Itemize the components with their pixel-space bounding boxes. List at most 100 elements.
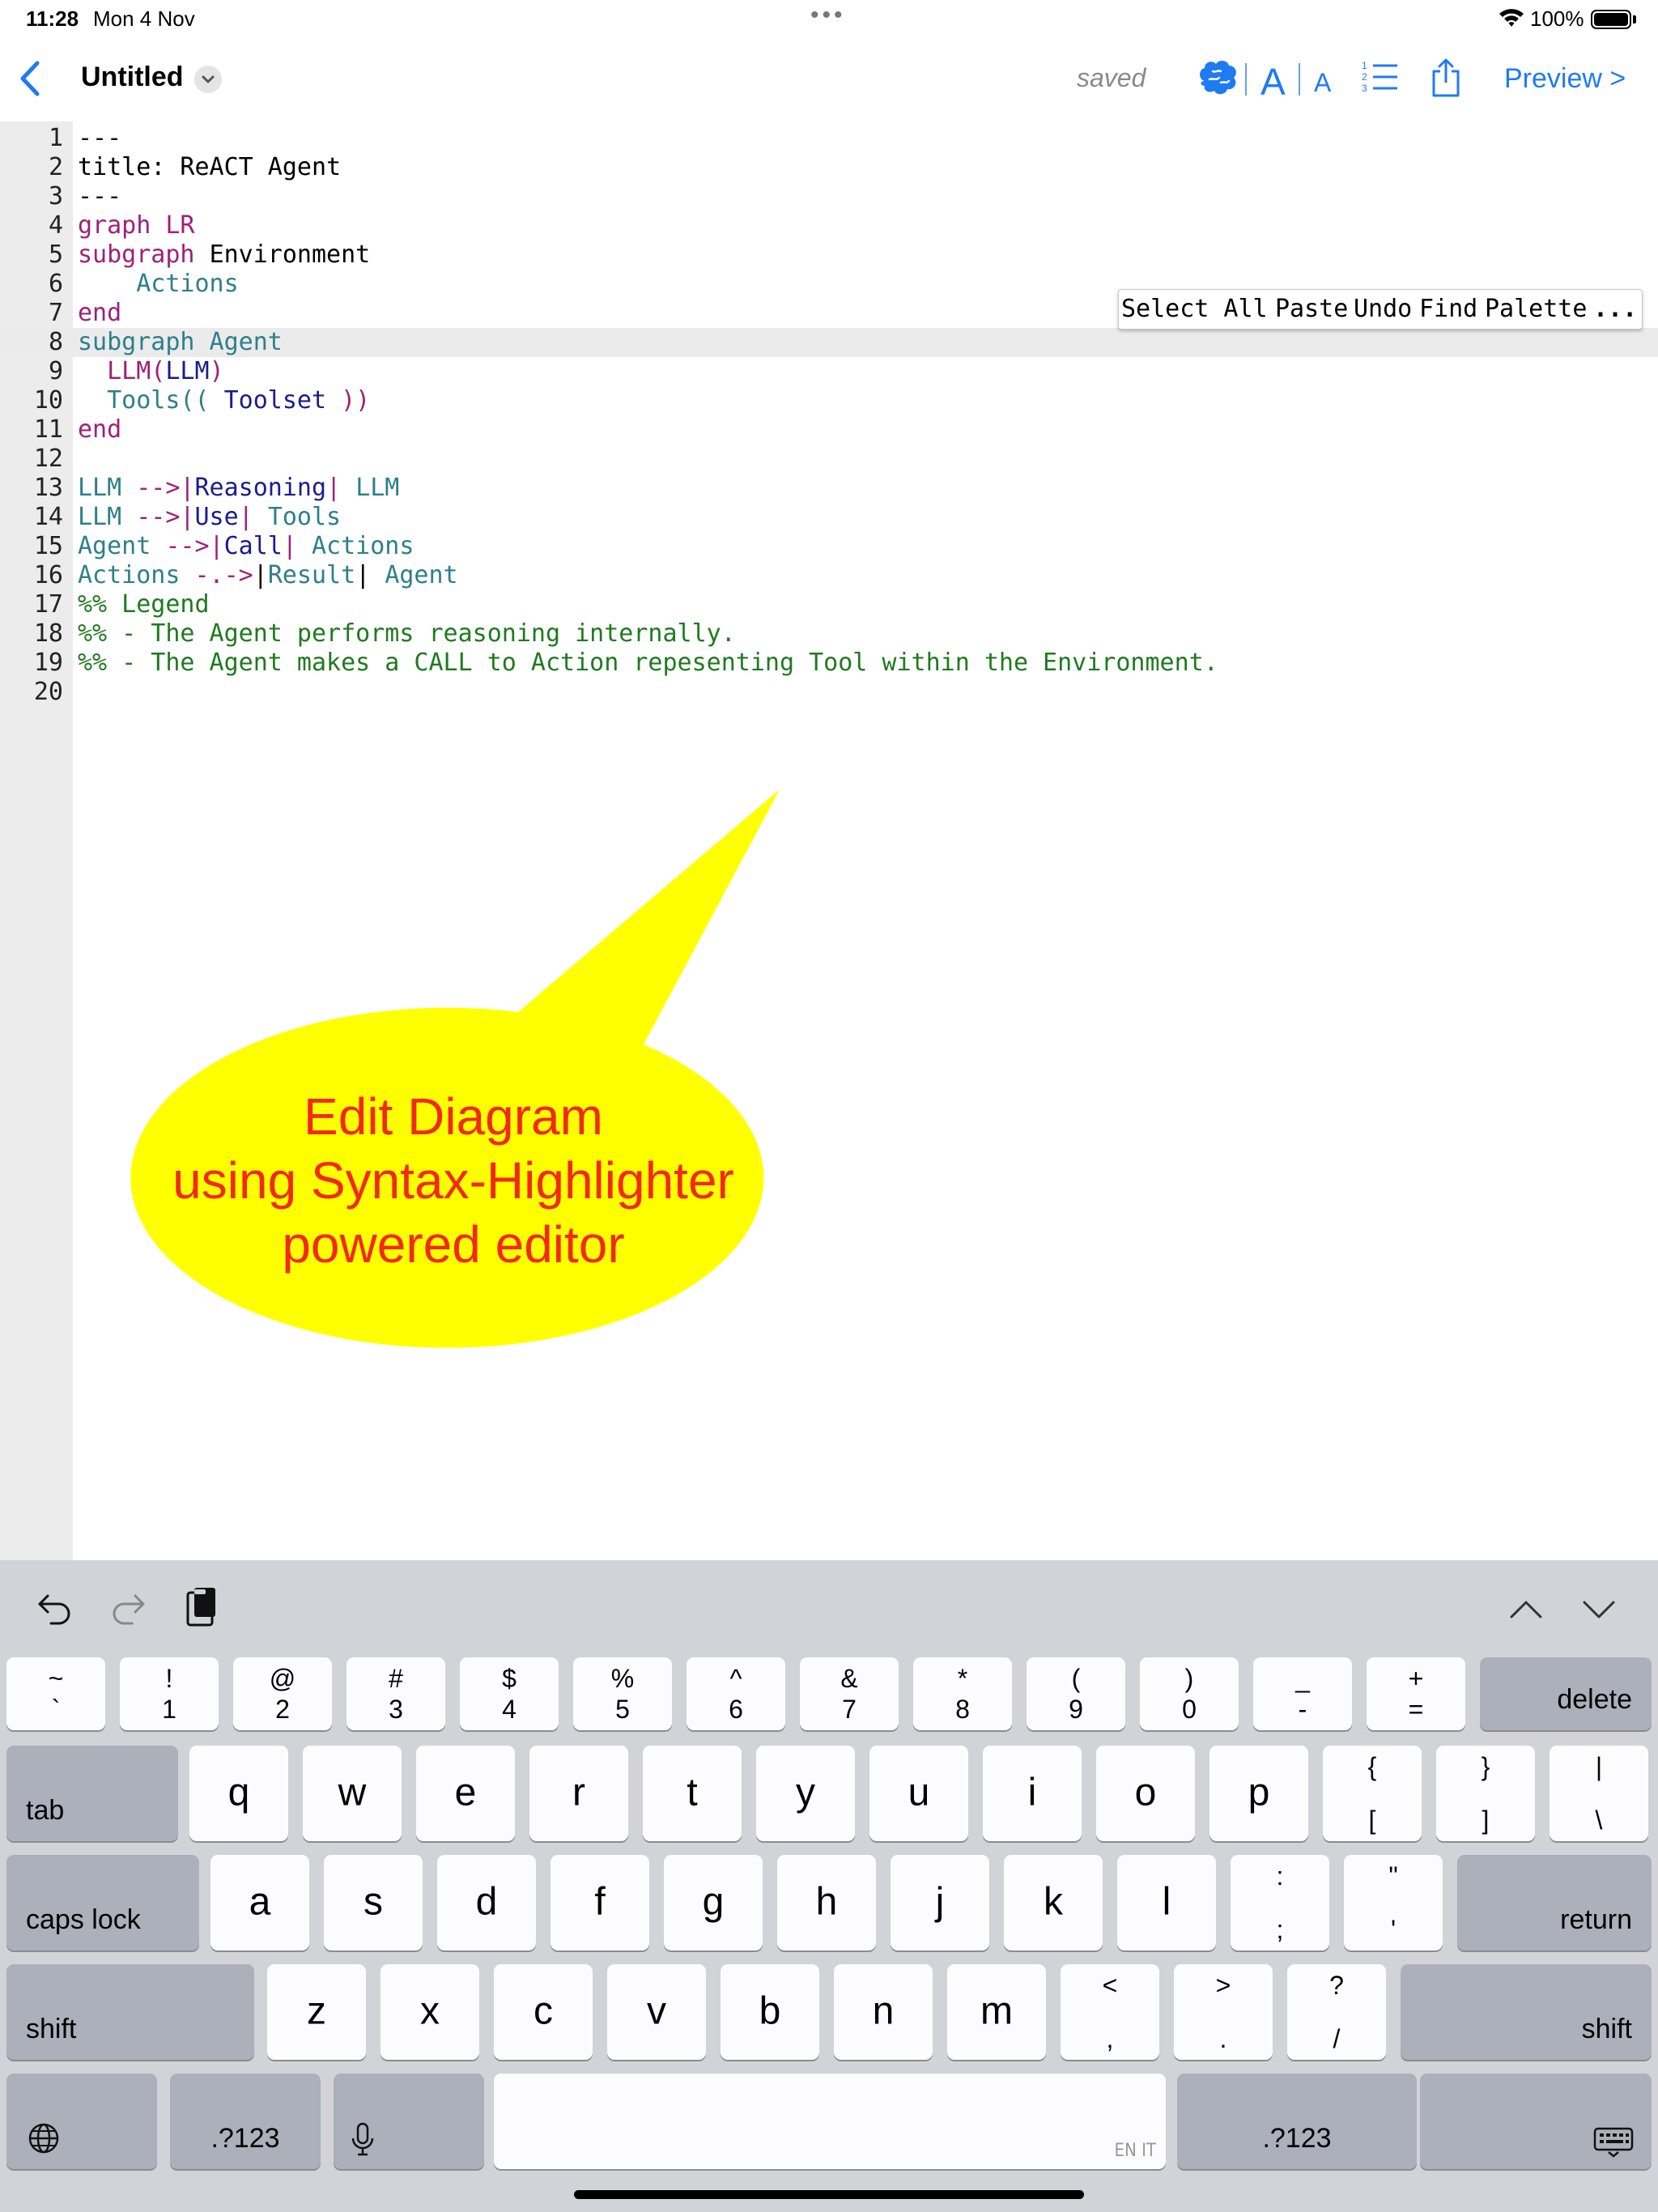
key-symbol[interactable]: {[ (1323, 1746, 1422, 1841)
chevron-up-icon[interactable] (1510, 1599, 1542, 1620)
menu-palette[interactable]: Palette (1485, 290, 1587, 329)
code-line[interactable]: 16 Actions -.->|Result| Agent (0, 561, 1658, 590)
chevron-left-icon[interactable] (18, 60, 42, 97)
key-number[interactable]: & 7 (800, 1657, 899, 1730)
code-line[interactable]: 9 LLM(LLM) (0, 357, 1658, 386)
code-text[interactable]: LLM(LLM) (78, 357, 224, 386)
key-letter[interactable]: e (416, 1746, 515, 1841)
key-letter[interactable]: y (756, 1746, 855, 1841)
shift-left-key[interactable]: shift (6, 1964, 254, 2060)
key-letter[interactable]: j (891, 1855, 989, 1950)
home-indicator[interactable] (574, 2190, 1084, 2199)
key-number[interactable]: * 8 (913, 1657, 1012, 1730)
key-letter[interactable]: l (1117, 1855, 1216, 1950)
menu-find[interactable]: Find (1419, 290, 1477, 329)
key-number[interactable]: _ - (1253, 1657, 1352, 1730)
key-letter[interactable]: n (834, 1964, 933, 2060)
code-line[interactable]: 15 Agent -->|Call| Actions (0, 532, 1658, 561)
undo-icon[interactable] (36, 1589, 74, 1627)
code-text[interactable]: %% - The Agent makes a CALL to Action re… (78, 649, 1218, 678)
key-letter[interactable]: w (303, 1746, 402, 1841)
title-menu-button[interactable] (194, 66, 222, 93)
key-letter[interactable]: u (869, 1746, 968, 1841)
key-number[interactable]: $4 (460, 1657, 559, 1730)
hide-keyboard-key[interactable] (1420, 2074, 1652, 2169)
menu-undo[interactable]: Undo (1354, 290, 1412, 329)
key-letter[interactable]: s (324, 1855, 423, 1950)
shift-right-key[interactable]: shift (1401, 1964, 1652, 2060)
key-letter[interactable]: g (664, 1855, 763, 1950)
key-letter[interactable]: b (721, 1964, 819, 2060)
code-line[interactable]: 4 graph LR (0, 211, 1658, 240)
multitasking-dots-icon[interactable]: ••• (810, 2, 846, 29)
numbers-key[interactable]: .?123 (1177, 2074, 1417, 2169)
code-line[interactable]: 19 %% - The Agent makes a CALL to Action … (0, 649, 1658, 678)
code-text[interactable]: %% Legend (78, 590, 210, 619)
code-text[interactable]: title: ReACT Agent (78, 153, 341, 182)
code-line[interactable]: 14 LLM -->|Use| Tools (0, 503, 1658, 532)
code-line[interactable]: 20 (0, 678, 1658, 707)
globe-key[interactable] (6, 2074, 157, 2169)
code-text[interactable]: --- (78, 124, 121, 153)
code-text[interactable]: %% - The Agent performs reasoning intern… (78, 619, 736, 649)
delete-key[interactable]: delete (1480, 1657, 1652, 1730)
code-line[interactable]: 3 --- (0, 182, 1658, 211)
share-icon[interactable] (1430, 57, 1462, 99)
key-letter[interactable]: t (643, 1746, 742, 1841)
key-letter[interactable]: c (494, 1964, 593, 2060)
key-number[interactable]: + = (1367, 1657, 1465, 1730)
return-key[interactable]: return (1457, 1855, 1652, 1950)
key-letter[interactable]: a (210, 1855, 309, 1950)
code-text[interactable]: Actions (78, 270, 238, 299)
key-symbol[interactable]: " ' (1344, 1855, 1443, 1950)
key-number[interactable]: ~ ` (6, 1657, 105, 1730)
key-letter[interactable]: d (437, 1855, 536, 1950)
key-number[interactable]: ) 0 (1140, 1657, 1239, 1730)
code-line[interactable]: 11 end (0, 415, 1658, 445)
code-text[interactable]: subgraph Agent (78, 328, 283, 357)
key-number[interactable]: % 5 (573, 1657, 672, 1730)
key-number[interactable]: ! 1 (120, 1657, 219, 1730)
key-letter[interactable]: f (551, 1855, 649, 1950)
dictation-key[interactable] (334, 2074, 484, 2169)
numbers-key[interactable]: .?123 (170, 2074, 321, 2169)
key-symbol[interactable]: :; (1231, 1855, 1329, 1950)
code-text[interactable]: graph LR (78, 211, 195, 240)
code-line[interactable]: 13 LLM -->|Reasoning| LLM (0, 474, 1658, 503)
preview-button[interactable]: Preview > (1504, 63, 1626, 95)
key-letter[interactable]: h (777, 1855, 876, 1950)
caps-lock-key[interactable]: caps lock (6, 1855, 199, 1950)
key-symbol[interactable]: ? / (1287, 1964, 1386, 2060)
space-key[interactable]: EN IT (494, 2074, 1166, 2169)
list-numbered-icon[interactable]: 1 2 3 (1362, 57, 1399, 99)
code-text[interactable]: Tools(( Toolset )) (78, 386, 370, 415)
code-line[interactable]: 17 %% Legend (0, 590, 1658, 619)
code-text[interactable]: end (78, 299, 121, 328)
code-text[interactable]: Actions -.->|Result| Agent (78, 561, 458, 590)
brain-icon[interactable] (1197, 57, 1240, 99)
key-letter[interactable]: z (267, 1964, 366, 2060)
decrease-font-button[interactable]: A (1314, 68, 1331, 98)
code-line[interactable]: 2 title: ReACT Agent (0, 153, 1658, 182)
key-letter[interactable]: i (983, 1746, 1082, 1841)
tab-key[interactable]: tab (6, 1746, 178, 1841)
code-text[interactable]: LLM -->|Reasoning| LLM (78, 474, 399, 503)
code-text[interactable]: subgraph Environment (78, 240, 370, 270)
code-line[interactable]: 10 Tools(( Toolset )) (0, 386, 1658, 415)
code-line[interactable]: 12 (0, 445, 1658, 474)
key-symbol[interactable]: >. (1174, 1964, 1273, 2060)
key-symbol[interactable]: <, (1061, 1964, 1159, 2060)
key-letter[interactable]: r (529, 1746, 628, 1841)
code-text[interactable]: LLM -->|Use| Tools (78, 503, 341, 532)
key-number[interactable]: (9 (1027, 1657, 1125, 1730)
key-letter[interactable]: m (947, 1964, 1046, 2060)
code-line[interactable]: 8 subgraph Agent (0, 328, 1658, 357)
menu-paste[interactable]: Paste (1275, 290, 1348, 329)
code-line[interactable]: 5 subgraph Environment (0, 240, 1658, 270)
key-letter[interactable]: k (1004, 1855, 1103, 1950)
menu-select-all[interactable]: Select All (1121, 290, 1268, 329)
code-editor[interactable]: 1 --- 2 title: ReACT Agent 3 --- 4 graph LR 5 sub… (0, 121, 1658, 1560)
key-number[interactable]: #3 (346, 1657, 445, 1730)
key-letter[interactable]: q (189, 1746, 288, 1841)
key-letter[interactable]: v (607, 1964, 706, 2060)
